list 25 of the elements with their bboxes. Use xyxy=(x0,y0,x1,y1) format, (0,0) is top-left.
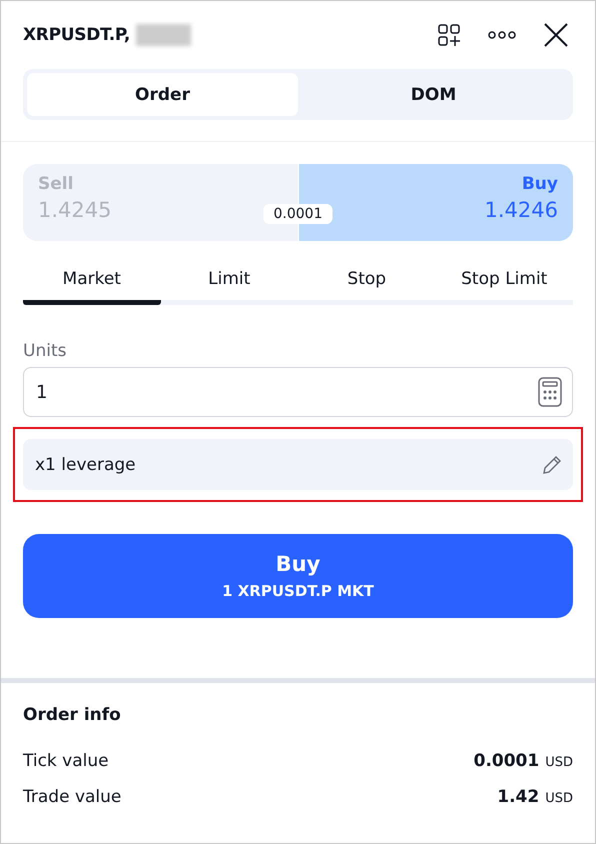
spread-badge: 0.0001 xyxy=(264,204,332,224)
buy-button[interactable]: Buy 1 XRPUSDT.P MKT xyxy=(23,534,573,618)
units-label: Units xyxy=(23,341,68,361)
tab[interactable]: DOM xyxy=(298,73,569,116)
info-label: Trade value xyxy=(23,787,122,807)
calculator-icon[interactable] xyxy=(538,377,562,407)
leverage-button[interactable]: x1 leverage xyxy=(23,439,573,490)
tab[interactable]: Order xyxy=(27,73,298,116)
redacted-mark xyxy=(136,24,192,46)
close-icon[interactable] xyxy=(543,22,569,48)
currency-unit: USD xyxy=(545,791,573,806)
symbol-title: XRPUSDT.P, xyxy=(23,25,130,45)
units-input-field[interactable]: 1 xyxy=(23,367,573,417)
order-type-tab[interactable]: Stop Limit xyxy=(436,263,573,305)
currency-unit: USD xyxy=(545,755,573,770)
more-icon[interactable] xyxy=(487,30,517,40)
order-type-tab[interactable]: Limit xyxy=(160,263,298,305)
pencil-icon[interactable] xyxy=(541,454,563,476)
order-type-tab[interactable]: Stop xyxy=(298,263,436,305)
order-info-title: Order info xyxy=(23,705,122,725)
add-widget-icon[interactable] xyxy=(437,23,461,47)
info-label: Tick value xyxy=(23,751,109,771)
info-value: 1.42 xyxy=(497,787,540,807)
order-type-tab[interactable]: Market xyxy=(23,263,160,305)
info-value: 0.0001 xyxy=(474,751,540,771)
